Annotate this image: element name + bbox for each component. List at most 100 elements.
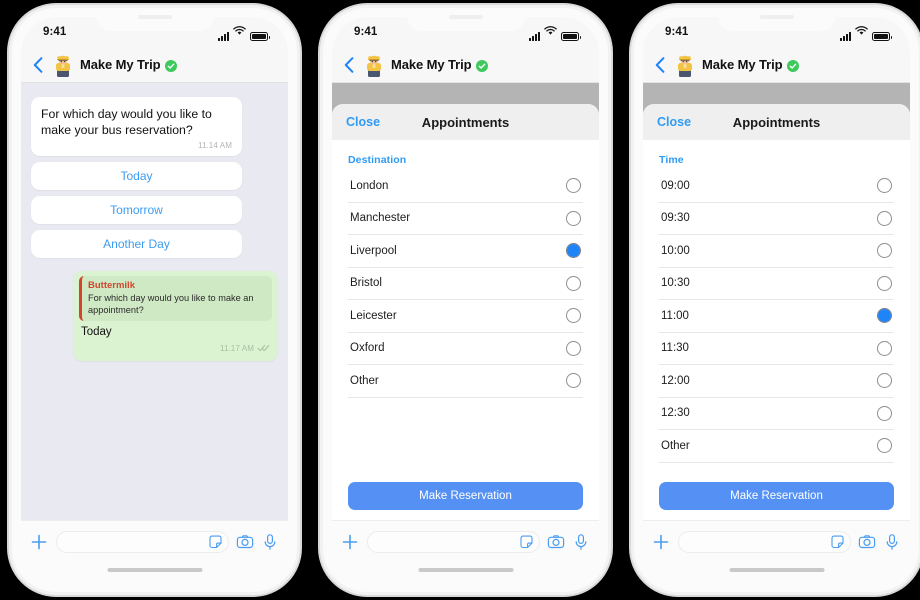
notch-speaker — [448, 15, 483, 19]
radio-button[interactable] — [566, 275, 581, 291]
option-row-oxford[interactable]: Oxford — [348, 333, 583, 365]
double-check-icon — [257, 339, 270, 357]
make-reservation-button[interactable]: Make Reservation — [348, 482, 583, 510]
message-text-field[interactable] — [678, 531, 851, 553]
option-row-1200[interactable]: 12:00 — [659, 365, 894, 398]
option-label: 12:30 — [661, 407, 690, 420]
camera-icon[interactable] — [236, 533, 254, 551]
back-chevron-icon[interactable] — [651, 53, 669, 77]
cellular-signal-icon — [218, 32, 229, 41]
microphone-icon[interactable] — [883, 533, 901, 551]
option-label: 10:00 — [661, 244, 690, 257]
sticker-icon[interactable] — [208, 535, 223, 550]
chat-navbar: Make My Trip — [332, 47, 599, 83]
sticker-icon[interactable] — [830, 535, 845, 550]
sheet-body: Destination London Manchester Liverpool — [332, 140, 599, 520]
option-label: Liverpool — [350, 244, 397, 257]
radio-button[interactable] — [877, 275, 892, 291]
radio-button-selected[interactable] — [566, 243, 581, 259]
bus-driver-avatar — [673, 53, 697, 77]
option-row-london[interactable]: London — [348, 170, 583, 203]
option-row-liverpool[interactable]: Liverpool — [348, 235, 583, 268]
back-chevron-icon[interactable] — [340, 53, 358, 77]
radio-button[interactable] — [877, 438, 892, 454]
phone-3-time-sheet: 9:41 Make My Trip Close Appointments Tim… — [634, 8, 919, 592]
option-row-manchester[interactable]: Manchester — [348, 203, 583, 235]
option-row-other[interactable]: Other — [348, 365, 583, 398]
radio-button[interactable] — [566, 340, 581, 356]
option-row-1230[interactable]: 12:30 — [659, 398, 894, 430]
radio-button[interactable] — [877, 340, 892, 356]
microphone-icon[interactable] — [261, 533, 279, 551]
plus-icon[interactable] — [651, 532, 671, 552]
message-input[interactable] — [689, 536, 826, 548]
option-label: 09:30 — [661, 212, 690, 225]
radio-button[interactable] — [566, 308, 581, 324]
phone-3-screen: 9:41 Make My Trip Close Appointments Tim… — [643, 17, 910, 583]
quick-reply-another-day[interactable]: Another Day — [31, 230, 242, 258]
cellular-signal-icon — [840, 32, 851, 41]
option-row-1000[interactable]: 10:00 — [659, 235, 894, 268]
option-row-0900[interactable]: 09:00 — [659, 170, 894, 203]
message-input[interactable] — [378, 536, 515, 548]
camera-icon[interactable] — [858, 533, 876, 551]
radio-button[interactable] — [566, 210, 581, 226]
option-row-1100[interactable]: 11:00 — [659, 300, 894, 333]
radio-button[interactable] — [877, 210, 892, 226]
wifi-icon — [544, 23, 557, 41]
make-reservation-button[interactable]: Make Reservation — [659, 482, 894, 510]
quick-reply-today[interactable]: Today — [31, 162, 242, 190]
page-title: Make My Trip — [80, 57, 161, 72]
radio-button[interactable] — [877, 243, 892, 259]
option-label: Bristol — [350, 277, 382, 290]
radio-button-selected[interactable] — [877, 308, 892, 324]
radio-button[interactable] — [566, 178, 581, 194]
status-time: 9:41 — [354, 26, 378, 38]
option-label: Oxford — [350, 342, 385, 355]
radio-button[interactable] — [566, 373, 581, 389]
home-indicator — [729, 568, 824, 572]
option-row-0930[interactable]: 09:30 — [659, 203, 894, 235]
radio-button[interactable] — [877, 405, 892, 421]
option-row-1030[interactable]: 10:30 — [659, 268, 894, 300]
status-indicators — [218, 23, 270, 41]
message-input-bar — [332, 520, 599, 563]
back-chevron-icon[interactable] — [29, 53, 47, 77]
option-label: London — [350, 179, 389, 192]
camera-icon[interactable] — [547, 533, 565, 551]
appointments-sheet: Close Appointments Time 09:00 09:30 10:0… — [643, 104, 910, 520]
option-row-bristol[interactable]: Bristol — [348, 268, 583, 300]
modal-backdrop[interactable]: Close Appointments Time 09:00 09:30 10:0… — [643, 83, 910, 520]
option-label: 11:30 — [661, 342, 689, 355]
plus-icon[interactable] — [29, 532, 49, 552]
incoming-message-text: For which day would you like to make you… — [41, 107, 212, 137]
outgoing-message-text: Today — [81, 326, 112, 338]
status-time: 9:41 — [43, 26, 67, 38]
sheet-navbar: Close Appointments — [332, 104, 599, 140]
wifi-icon — [855, 23, 868, 41]
radio-button[interactable] — [877, 373, 892, 389]
plus-icon[interactable] — [340, 532, 360, 552]
message-text-field[interactable] — [56, 531, 229, 553]
sticker-icon[interactable] — [519, 535, 534, 550]
option-row-1130[interactable]: 11:30 — [659, 333, 894, 365]
modal-backdrop[interactable]: Close Appointments Destination London Ma… — [332, 83, 599, 520]
phone-1-screen: 9:41 Make My Trip For which day would yo… — [21, 17, 288, 583]
close-button[interactable]: Close — [346, 115, 380, 129]
message-input[interactable] — [67, 536, 204, 548]
close-button[interactable]: Close — [657, 115, 691, 129]
quick-reply-tomorrow[interactable]: Tomorrow — [31, 196, 242, 224]
notch-speaker — [137, 15, 172, 19]
sheet-title: Appointments — [421, 114, 510, 130]
message-text-field[interactable] — [367, 531, 540, 553]
home-indicator — [107, 568, 202, 572]
device-notch — [95, 8, 214, 31]
option-row-other[interactable]: Other — [659, 430, 894, 463]
outgoing-message-time: 11.17 AM — [219, 343, 254, 353]
cta-wrapper: Make Reservation — [659, 482, 894, 520]
microphone-icon[interactable] — [572, 533, 590, 551]
screenshot-stage: 9:41 Make My Trip For which day would yo… — [0, 0, 920, 600]
group-label-time: Time — [659, 154, 684, 166]
radio-button[interactable] — [877, 178, 892, 194]
option-row-leicester[interactable]: Leicester — [348, 300, 583, 333]
